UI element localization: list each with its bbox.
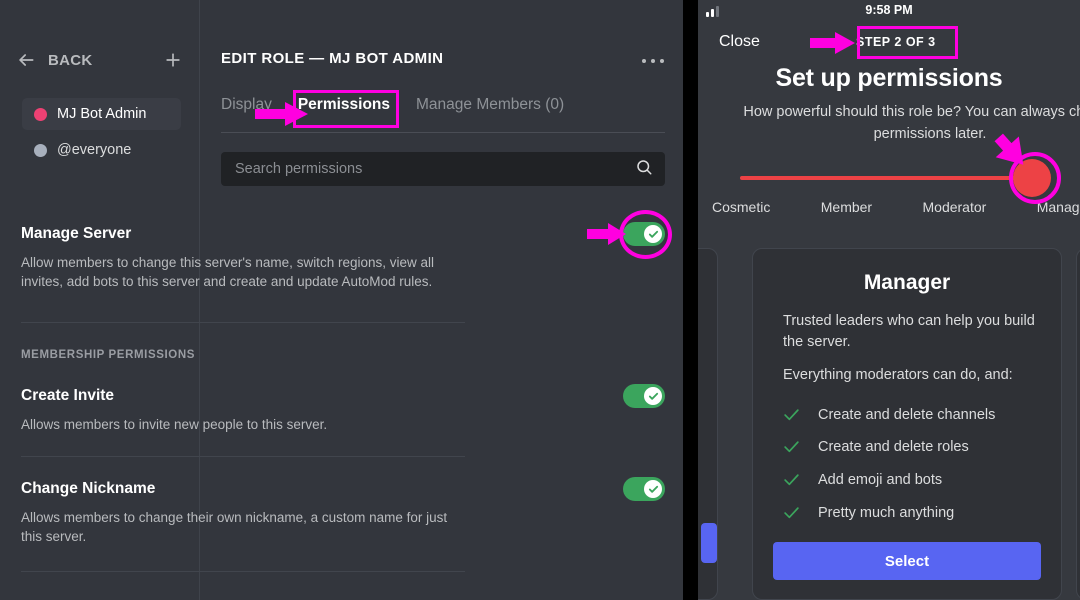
check-icon [783,408,800,422]
permission-description: Allow members to change this server's na… [21,253,451,291]
mobile-status-bar: 9:58 PM [698,0,1080,22]
divider [21,456,465,457]
section-heading-membership: MEMBERSHIP PERMISSIONS [21,349,195,361]
role-card-feature-label: Add emoji and bots [818,472,942,488]
role-card-feature: Add emoji and bots [783,472,942,488]
sidebar-item-label: MJ Bot Admin [57,106,146,122]
toggle-knob [644,387,662,405]
back-label: BACK [48,52,93,69]
sidebar-item-everyone[interactable]: @everyone [22,134,181,166]
mobile-subtitle: How powerful should this role be? You ca… [720,101,1080,145]
role-card-feature-label: Create and delete channels [818,407,995,423]
permission-level-slider-track[interactable] [740,176,1028,180]
back-button[interactable]: BACK [16,50,93,70]
role-card-title: Manager [753,271,1061,295]
select-button[interactable]: Select [773,542,1041,580]
permission-row-manage-server: Manage Server Allow members to change th… [21,224,465,291]
slider-label-moderator[interactable]: Moderator [923,199,987,215]
tab-display[interactable]: Display [221,96,272,123]
tab-bar-rule [221,132,665,133]
sidebar-item-mj-bot-admin[interactable]: MJ Bot Admin [22,98,181,130]
tab-permissions[interactable]: Permissions [298,96,390,123]
sidebar-header: BACK [0,44,199,76]
permission-level-slider-thumb[interactable] [1013,159,1051,197]
mobile-title: Set up permissions [698,64,1080,93]
permission-description: Allows members to invite new people to t… [21,415,451,434]
role-card-previous-button[interactable] [701,523,717,563]
permission-description: Allows members to change their own nickn… [21,508,451,546]
permission-row-change-nickname: Change Nickname Allows members to change… [21,479,465,546]
divider [21,571,465,572]
role-card-paragraph-2: Everything moderators can do, and: [783,365,1038,386]
screenshot-root: BACK MJ Bot Admin @everyone EDIT ROLE — … [0,0,1080,600]
tab-bar: Display Permissions Manage Members (0) [221,96,564,128]
toggle-knob [644,480,662,498]
toggle-create-invite[interactable] [623,384,665,408]
role-card-feature: Pretty much anything [783,505,954,521]
role-card-previous[interactable] [698,248,718,600]
permission-name: Manage Server [21,224,465,244]
slider-label-manager[interactable]: Manager [1037,199,1080,215]
close-button[interactable]: Close [719,33,760,51]
mobile-screen: 9:58 PM Close STEP 2 OF 3 Set up permiss… [698,0,1080,600]
step-indicator: STEP 2 OF 3 [856,35,936,49]
plus-icon[interactable] [163,50,183,70]
role-card-feature-label: Pretty much anything [818,505,954,521]
role-card-next[interactable] [1076,248,1080,600]
role-card-feature: Create and delete roles [783,439,969,455]
role-color-dot [34,108,47,121]
status-bar-time: 9:58 PM [698,3,1080,17]
permission-row-create-invite: Create Invite Allows members to invite n… [21,386,465,434]
search-permissions-box[interactable] [221,152,665,186]
role-card-feature-label: Create and delete roles [818,439,969,455]
permission-level-slider-labels: Cosmetic Member Moderator Manager [712,199,1080,215]
toggle-change-nickname[interactable] [623,477,665,501]
toggle-knob [644,225,662,243]
slider-label-member[interactable]: Member [821,199,872,215]
role-card-paragraph-1: Trusted leaders who can help you build t… [783,311,1038,353]
role-card-feature: Create and delete channels [783,407,995,423]
permission-name: Change Nickname [21,479,465,499]
toggle-manage-server[interactable] [623,222,665,246]
check-icon [783,440,800,454]
check-icon [783,473,800,487]
screen-gap [683,0,698,600]
sidebar-item-label: @everyone [57,142,131,158]
role-card-manager: Manager Trusted leaders who can help you… [752,248,1062,600]
check-icon [783,506,800,520]
search-icon[interactable] [635,158,653,181]
tab-manage-members[interactable]: Manage Members (0) [416,96,564,123]
slider-label-cosmetic[interactable]: Cosmetic [712,199,770,215]
arrow-left-icon [16,50,36,70]
divider [21,322,465,323]
role-color-dot [34,144,47,157]
page-title: EDIT ROLE — MJ BOT ADMIN [221,50,443,67]
more-horizontal-icon[interactable] [642,52,664,70]
permission-name: Create Invite [21,386,465,406]
search-input[interactable] [233,160,635,178]
